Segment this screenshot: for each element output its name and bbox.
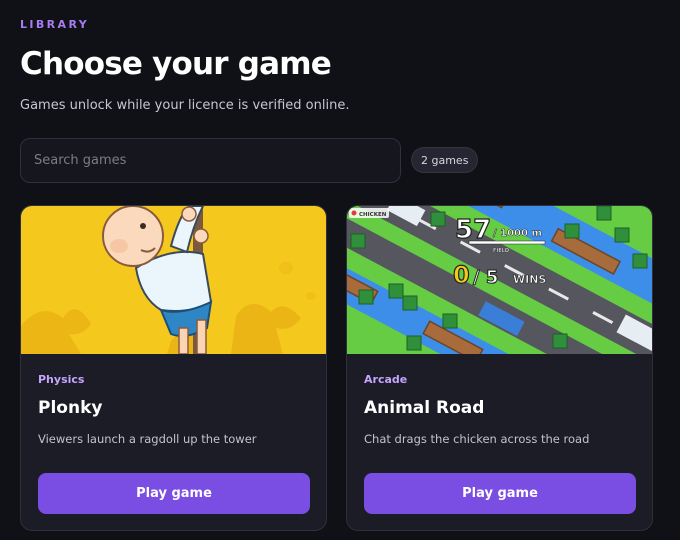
play-game-button[interactable]: Play game: [364, 473, 636, 514]
games-count-badge: 2 games: [411, 147, 479, 173]
game-description: Viewers launch a ragdoll up the tower: [38, 432, 257, 446]
distance-total: / 1000 m: [493, 228, 542, 239]
game-card-animal-road[interactable]: CHICKEN 57 / 1000 m FIELD 0 / 5 WINS Arc…: [346, 205, 653, 531]
game-title: Plonky: [38, 398, 103, 418]
plonky-thumbnail-svg: [21, 206, 326, 354]
distance-counter: 57: [455, 215, 491, 245]
wins-total: / 5: [473, 267, 498, 288]
search-box[interactable]: [20, 138, 401, 183]
chicken-tag-label: CHICKEN: [359, 212, 387, 218]
wins-label: WINS: [513, 273, 546, 286]
field-label: FIELD: [493, 248, 509, 254]
section-eyebrow: LIBRARY: [20, 18, 90, 31]
page-title: Choose your game: [20, 46, 332, 82]
game-description: Chat drags the chicken across the road: [364, 432, 590, 446]
voxel-road-art: CHICKEN 57 / 1000 m FIELD 0 / 5 WINS: [347, 206, 652, 354]
animal-road-thumbnail-svg: CHICKEN 57 / 1000 m FIELD 0 / 5 WINS: [347, 206, 652, 354]
play-game-button[interactable]: Play game: [38, 473, 310, 514]
ragdoll-climber-art: [21, 206, 326, 354]
wins-current: 0: [453, 261, 470, 289]
game-card-plonky[interactable]: Physics Plonky Viewers launch a ragdoll …: [20, 205, 327, 531]
game-genre: Physics: [38, 373, 85, 386]
game-title: Animal Road: [364, 398, 485, 418]
search-input[interactable]: [34, 153, 387, 168]
page-subtitle: Games unlock while your licence is verif…: [20, 98, 350, 113]
game-genre: Arcade: [364, 373, 408, 386]
